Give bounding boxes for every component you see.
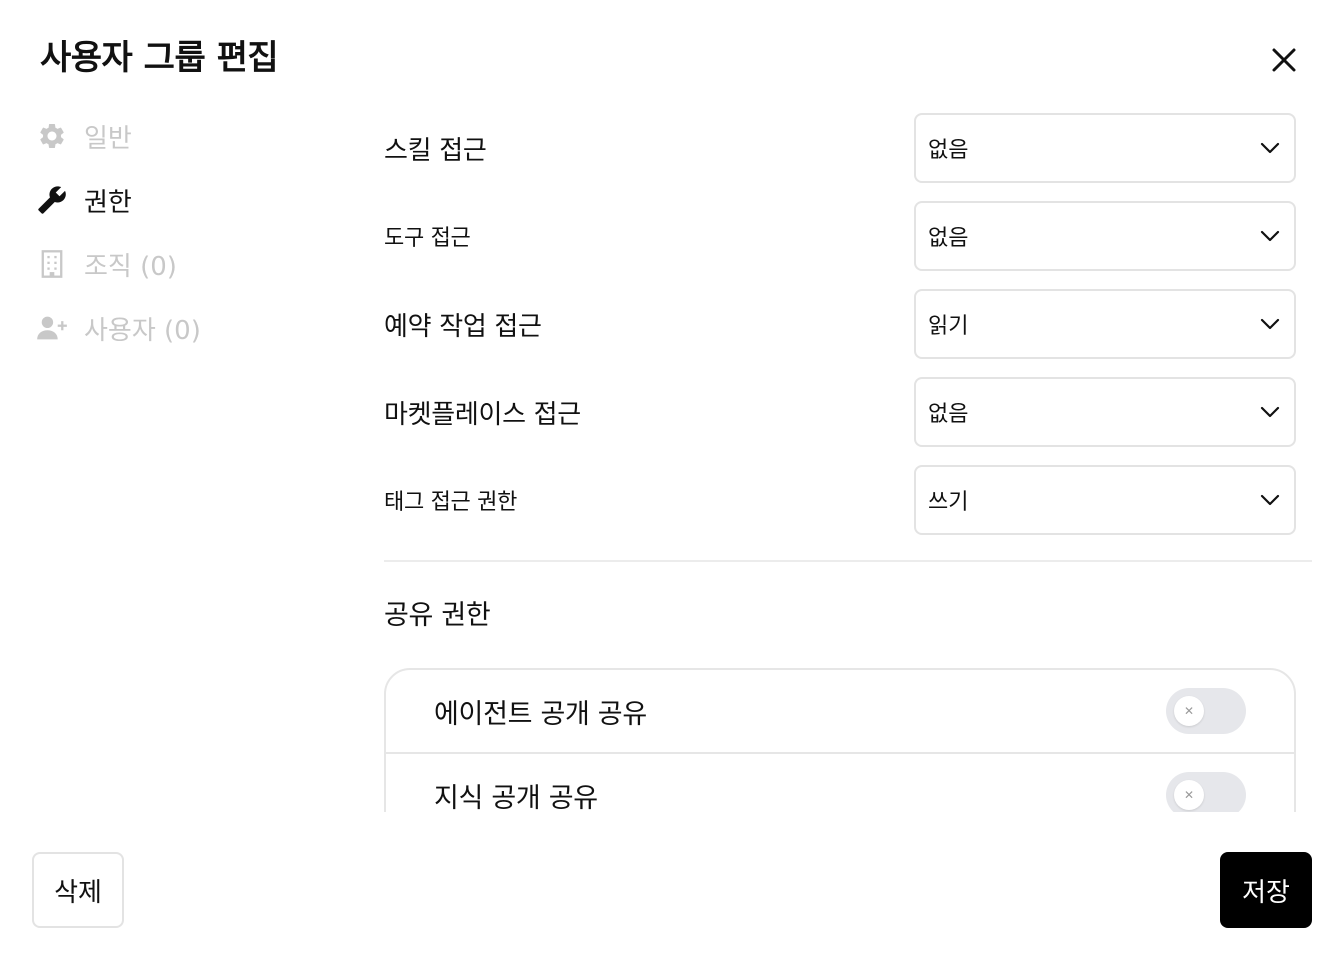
building-icon [36,248,68,280]
share-label: 지식 공개 공유 [434,782,598,813]
permission-label: 스킬 접근 [384,135,487,166]
sidebar-item-label: 사용자 (0) [84,315,201,346]
chevron-down-icon [1260,318,1280,330]
sidebar-item-label: 조직 (0) [84,251,177,282]
sidebar-item-permissions[interactable]: 권한 [36,168,336,232]
chevron-down-icon [1260,494,1280,506]
chevron-down-icon [1260,230,1280,242]
permission-row-tools: 도구 접근 없음 [384,192,1312,280]
user-plus-icon [36,312,68,344]
permission-row-marketplace: 마켓플레이스 접근 없음 [384,368,1312,456]
sidebar-item-organizations[interactable]: 조직 (0) [36,232,336,296]
sidebar-item-users[interactable]: 사용자 (0) [36,296,336,360]
select-value: 읽기 [928,314,969,339]
sidebar-item-general[interactable]: 일반 [36,104,336,168]
tags-access-select[interactable]: 쓰기 [914,465,1296,535]
delete-button[interactable]: 삭제 [32,852,124,928]
tools-access-select[interactable]: 없음 [914,201,1296,271]
section-divider [384,560,1312,562]
dialog-title: 사용자 그룹 편집 [40,38,279,78]
chevron-down-icon [1260,142,1280,154]
sharing-card: 에이전트 공개 공유 ✕ 지식 공개 공유 ✕ [384,668,1296,812]
permission-label: 예약 작업 접근 [384,311,542,342]
permissions-panel: 스킬 접근 없음 도구 접근 없음 예약 작업 접근 읽기 마켓플레이스 접근 … [384,104,1312,812]
sidebar-item-label: 권한 [84,187,132,218]
permission-label: 도구 접근 [384,226,471,251]
close-button[interactable] [1262,38,1306,82]
wrench-icon [36,184,68,216]
public-knowledge-sharing-toggle[interactable]: ✕ [1166,772,1246,812]
share-label: 에이전트 공개 공유 [434,698,647,730]
select-value: 없음 [928,138,969,163]
share-row-public-agents: 에이전트 공개 공유 ✕ [386,670,1294,754]
marketplace-access-select[interactable]: 없음 [914,377,1296,447]
permission-row-scheduled-tasks: 예약 작업 접근 읽기 [384,280,1312,368]
permission-label: 마켓플레이스 접근 [384,399,581,430]
permission-row-skills: 스킬 접근 없음 [384,104,1312,192]
save-button[interactable]: 저장 [1220,852,1312,928]
toggle-off-icon: ✕ [1174,696,1204,726]
select-value: 쓰기 [928,490,969,515]
select-value: 없음 [928,402,969,427]
permission-row-tags: 태그 접근 권한 쓰기 [384,456,1312,544]
scheduled-tasks-access-select[interactable]: 읽기 [914,289,1296,359]
edit-user-group-dialog: 사용자 그룹 편집 일반 권한 조직 (0) 사용자 (0) 스킬 접근 없음 … [0,0,1344,960]
chevron-down-icon [1260,406,1280,418]
close-icon [1272,48,1296,72]
skills-access-select[interactable]: 없음 [914,113,1296,183]
select-value: 없음 [928,226,969,251]
sidebar-item-label: 일반 [84,123,132,154]
public-agent-sharing-toggle[interactable]: ✕ [1166,688,1246,734]
share-row-public-knowledge: 지식 공개 공유 ✕ [386,754,1294,812]
sidebar-nav: 일반 권한 조직 (0) 사용자 (0) [36,104,336,360]
permission-label: 태그 접근 권한 [384,490,518,515]
sharing-section-title: 공유 권한 [384,600,491,631]
toggle-off-icon: ✕ [1174,780,1204,810]
gear-icon [36,120,68,152]
